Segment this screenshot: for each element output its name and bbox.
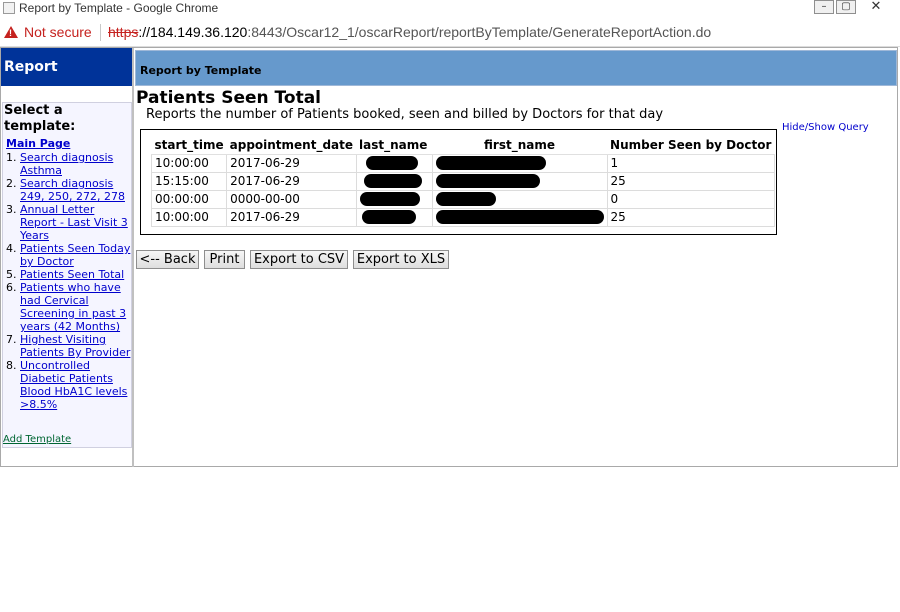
template-item: 3. Annual Letter Report - Last Visit 3 Ye… [3,203,131,242]
report-title: Patients Seen Total [136,88,321,108]
template-item: 2. Search diagnosis 249, 250, 272, 278 [3,177,131,203]
table-row: 10:00:00 2017-06-29 25 [150,207,775,227]
minimize-button[interactable]: – [814,0,834,14]
cell-start-time: 00:00:00 [150,189,228,209]
template-link-seen-today[interactable]: Patients Seen Today by Doctor [20,242,131,268]
template-heading: Select a template: [4,103,76,134]
cell-start-time: 15:15:00 [150,171,228,191]
column-header: start_time [151,136,227,155]
cell-first-name [431,171,608,191]
redaction-mark [363,174,422,189]
column-header: Number Seen by Doctor [607,136,775,155]
table-row: 15:15:00 2017-06-29 25 [150,171,775,191]
export-xls-button[interactable]: Export to XLS [353,250,449,269]
template-item: 8. Uncontrolled Diabetic Patients Blood H… [3,359,131,411]
template-number: 5. [6,268,17,281]
template-link-annual-letter[interactable]: Annual Letter Report - Last Visit 3 Year… [20,203,131,242]
redaction-mark [359,192,420,207]
warning-icon[interactable]: ! [4,26,18,38]
url-path: /Oscar12_1/oscarReport/reportByTemplate/… [282,24,712,40]
cell-count: 25 [606,207,775,227]
url-text[interactable]: https://184.149.36.120:8443/Oscar12_1/os… [108,24,711,40]
cell-start-time: 10:00:00 [150,207,228,227]
table-row: 00:00:00 0000-00-00 0 [150,189,775,209]
column-header: appointment_date [226,136,357,155]
left-panel-header: Report [1,48,132,86]
template-link-asthma[interactable]: Search diagnosis Asthma [20,151,131,177]
cell-last-name [355,153,433,173]
window-title: Report by Template - Google Chrome [19,1,219,15]
close-button[interactable]: ✕ [858,0,894,14]
template-item: 1. Search diagnosis Asthma [3,151,131,177]
page-icon [3,2,15,14]
main-page-link[interactable]: Main Page [6,137,131,150]
template-link-highest-visiting[interactable]: Highest Visiting Patients By Provider [20,333,131,359]
template-number: 2. [6,177,17,190]
template-item: 5. Patients Seen Total [3,268,131,281]
main-header-title: Report by Template [140,64,262,77]
cell-start-time: 10:00:00 [150,153,228,173]
redaction-mark [435,156,546,171]
template-item: 6. Patients who have had Cervical Screeni… [3,281,131,333]
maximize-button[interactable]: ▢ [836,0,856,14]
print-button[interactable]: Print [204,250,245,269]
template-number: 6. [6,281,17,294]
cell-appointment-date: 2017-06-29 [226,207,357,227]
redaction-mark [435,210,604,225]
cell-first-name [431,189,608,209]
back-button[interactable]: <-- Back [136,250,199,269]
address-separator [100,24,101,41]
cell-appointment-date: 2017-06-29 [226,171,357,191]
cell-count: 25 [606,171,775,191]
cell-count: 0 [606,189,775,209]
main-content: Report by Template Patients Seen Total R… [135,48,898,467]
results-table: start_time appointment_date last_name fi… [150,136,775,227]
url-scheme: https [108,24,139,40]
cell-appointment-date: 2017-06-29 [226,153,357,173]
cell-first-name [431,207,608,227]
template-number: 3. [6,203,17,216]
redaction-mark [365,156,418,171]
hide-show-query-link[interactable]: Hide/Show Query [782,122,869,133]
page-frame: Report Select a template: Main Page 1. Se… [0,47,898,467]
redaction-mark [435,192,496,207]
report-description: Reports the number of Patients booked, s… [146,107,664,122]
template-item: 4. Patients Seen Today by Doctor [3,242,131,268]
export-csv-button[interactable]: Export to CSV [250,250,348,269]
template-link-diabetic[interactable]: Uncontrolled Diabetic Patients Blood HbA… [20,359,131,411]
template-menu: Select a template: Main Page 1. Search di… [2,102,132,448]
security-label[interactable]: Not secure [24,24,92,40]
redaction-mark [435,174,540,189]
template-link-cervical[interactable]: Patients who have had Cervical Screening… [20,281,131,333]
template-list: 1. Search diagnosis Asthma 2. Search diagn… [3,151,131,411]
window-titlebar: Report by Template - Google Chrome – ▢ ✕ [0,0,900,18]
template-link-diagnosis[interactable]: Search diagnosis 249, 250, 272, 278 [20,177,131,203]
template-number: 7. [6,333,17,346]
table-header-row: start_time appointment_date last_name fi… [151,136,775,155]
column-header: first_name [432,136,608,155]
cell-count: 1 [606,153,775,173]
template-link-seen-total[interactable]: Patients Seen Total [20,268,124,281]
template-number: 1. [6,151,17,164]
cell-last-name [355,171,433,191]
cell-first-name [431,153,608,173]
url-port: :8443 [247,24,283,40]
table-row: 10:00:00 2017-06-29 1 [150,153,775,173]
redaction-mark [361,210,416,225]
template-number: 4. [6,242,17,255]
add-template-link[interactable]: Add Template [3,434,71,445]
left-panel: Report Select a template: Main Page 1. Se… [1,48,134,467]
url-host: ://184.149.36.120 [138,24,248,40]
cell-last-name [355,189,433,209]
cell-last-name [355,207,433,227]
template-item: 7. Highest Visiting Patients By Provider [3,333,131,359]
address-bar[interactable]: ! Not secure https://184.149.36.120:8443… [0,18,900,47]
cell-appointment-date: 0000-00-00 [226,189,357,209]
column-header: last_name [356,136,433,155]
template-number: 8. [6,359,17,372]
results-table-container: start_time appointment_date last_name fi… [140,129,777,235]
main-header: Report by Template [135,50,897,86]
